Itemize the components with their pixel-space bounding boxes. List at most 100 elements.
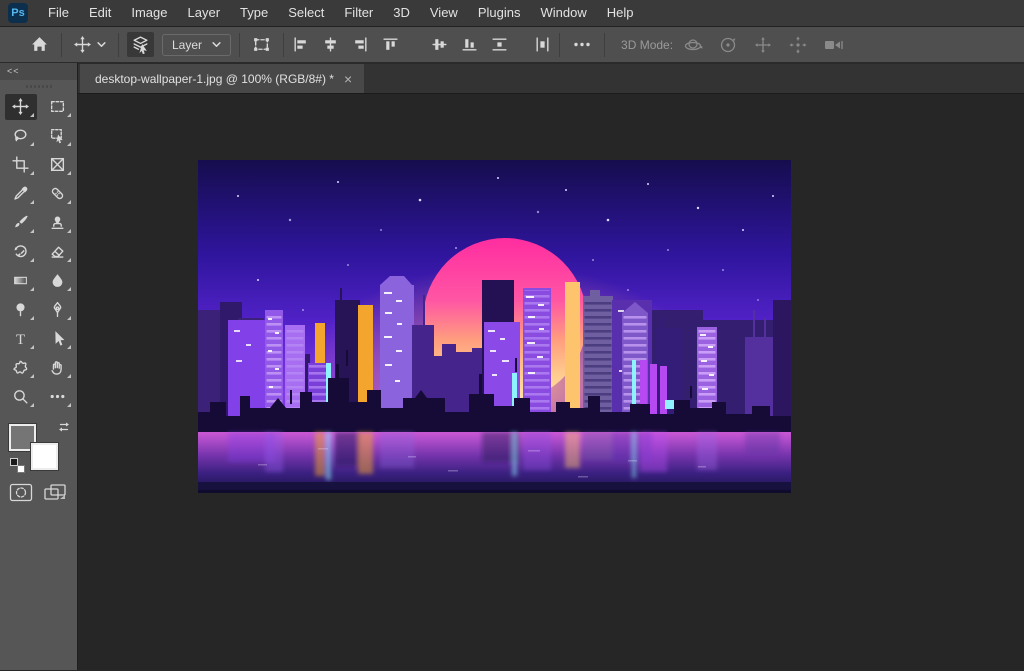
- auto-select-layers-icon: [131, 35, 150, 54]
- tab-strip: desktop-wallpaper-1.jpg @ 100% (RGB/8#) …: [78, 63, 1024, 94]
- menu-item-layer[interactable]: Layer: [178, 0, 231, 26]
- home-button[interactable]: [26, 32, 53, 57]
- svg-text:T: T: [16, 332, 25, 347]
- move-tool[interactable]: [5, 94, 37, 120]
- document-tab[interactable]: desktop-wallpaper-1.jpg @ 100% (RGB/8#) …: [80, 64, 364, 93]
- move-tool-icon: [74, 36, 91, 53]
- move-tool-icon: [12, 98, 29, 115]
- history-brush-icon: [12, 243, 29, 260]
- blur-icon: [49, 272, 66, 289]
- menu-item-file[interactable]: File: [38, 0, 79, 26]
- dodge-tool[interactable]: [5, 297, 37, 323]
- object-selection-icon: [49, 127, 66, 144]
- type-icon: T: [12, 330, 29, 347]
- pen-tool[interactable]: [42, 297, 74, 323]
- align-left-icon[interactable]: [292, 36, 309, 53]
- 3d-zoom-icon[interactable]: [823, 35, 845, 55]
- swap-colors-icon[interactable]: [57, 420, 71, 434]
- 3d-roll-icon[interactable]: [718, 35, 738, 55]
- auto-select-toggle[interactable]: [127, 32, 154, 57]
- align-top-icon[interactable]: [382, 36, 399, 53]
- menu-item-3d[interactable]: 3D: [383, 0, 420, 26]
- menu-item-window[interactable]: Window: [530, 0, 596, 26]
- screen-mode-button[interactable]: [43, 483, 69, 503]
- menu-item-edit[interactable]: Edit: [79, 0, 121, 26]
- rectangular-marquee-tool[interactable]: [42, 94, 74, 120]
- align-middle-icon[interactable]: [431, 36, 448, 53]
- frame-tool[interactable]: [42, 152, 74, 178]
- type-tool[interactable]: T: [5, 326, 37, 352]
- tool-preset-button[interactable]: [70, 33, 110, 56]
- document-tab-title: desktop-wallpaper-1.jpg @ 100% (RGB/8#) …: [95, 72, 334, 86]
- canvas-document[interactable]: [198, 160, 791, 493]
- separator: [604, 33, 605, 57]
- background-color-swatch[interactable]: [31, 443, 58, 470]
- clone-stamp-tool[interactable]: [42, 210, 74, 236]
- menu-item-view[interactable]: View: [420, 0, 468, 26]
- options-bar: Layer: [0, 27, 1024, 63]
- object-selection-tool[interactable]: [42, 123, 74, 149]
- hand-tool[interactable]: [42, 355, 74, 381]
- auto-select-value: Layer: [172, 38, 202, 52]
- blur-tool[interactable]: [42, 268, 74, 294]
- separator: [118, 33, 119, 57]
- zoom-icon: [12, 388, 29, 405]
- menu-bar: Ps FileEditImageLayerTypeSelectFilter3DV…: [0, 0, 1024, 27]
- path-selection-tool[interactable]: [42, 326, 74, 352]
- tool-grid: T: [0, 92, 77, 411]
- menu-item-filter[interactable]: Filter: [334, 0, 383, 26]
- auto-select-target-dropdown[interactable]: Layer: [162, 34, 231, 56]
- crop-tool[interactable]: [5, 152, 37, 178]
- document-area: desktop-wallpaper-1.jpg @ 100% (RGB/8#) …: [78, 63, 1024, 670]
- align-right-icon[interactable]: [352, 36, 369, 53]
- lasso-tool[interactable]: [5, 123, 37, 149]
- chevron-down-icon: [97, 41, 106, 48]
- tab-close-icon[interactable]: ×: [344, 72, 352, 86]
- default-colors-icon[interactable]: [10, 458, 25, 473]
- align-bottom-icon[interactable]: [461, 36, 478, 53]
- 3d-slide-icon[interactable]: [788, 35, 808, 55]
- more-options-button[interactable]: [568, 33, 596, 56]
- eyedropper-tool[interactable]: [5, 181, 37, 207]
- frame-icon: [49, 156, 66, 173]
- menu-item-type[interactable]: Type: [230, 0, 278, 26]
- gradient-tool[interactable]: [5, 268, 37, 294]
- separator: [239, 33, 240, 57]
- canvas-pasteboard[interactable]: [78, 94, 1024, 670]
- clone-stamp-icon: [49, 214, 66, 231]
- rectangular-marquee-icon: [49, 98, 66, 115]
- menu-item-select[interactable]: Select: [278, 0, 334, 26]
- edit-toolbar[interactable]: [42, 384, 74, 410]
- quick-mask-button[interactable]: [9, 483, 33, 502]
- zoom-tool[interactable]: [5, 384, 37, 410]
- custom-shape-tool[interactable]: [5, 355, 37, 381]
- default-background-square: [17, 465, 25, 473]
- eraser-icon: [49, 243, 66, 260]
- align-center-horizontal-icon[interactable]: [322, 36, 339, 53]
- distribute-vertical-icon[interactable]: [491, 36, 508, 53]
- brush-icon: [12, 214, 29, 231]
- eraser-tool[interactable]: [42, 239, 74, 265]
- chevron-down-icon: [212, 41, 221, 48]
- show-transform-controls-toggle[interactable]: [248, 32, 275, 57]
- custom-shape-icon: [12, 359, 29, 376]
- pen-icon: [49, 301, 66, 318]
- 3d-pan-icon[interactable]: [753, 35, 773, 55]
- brush-tool[interactable]: [5, 210, 37, 236]
- panel-grip[interactable]: [26, 85, 52, 88]
- photoshop-logo[interactable]: Ps: [8, 3, 28, 23]
- spot-healing-brush-tool[interactable]: [42, 181, 74, 207]
- path-selection-icon: [49, 330, 66, 347]
- collapse-panel-button[interactable]: <<: [0, 63, 77, 80]
- lasso-icon: [12, 127, 29, 144]
- show-transform-controls-icon: [252, 35, 271, 54]
- 3d-orbit-icon[interactable]: [683, 35, 703, 55]
- history-brush-tool[interactable]: [5, 239, 37, 265]
- distribute-horizontal-icon[interactable]: [534, 36, 551, 53]
- menu-item-help[interactable]: Help: [597, 0, 644, 26]
- hand-icon: [49, 359, 66, 376]
- menu-item-plugins[interactable]: Plugins: [468, 0, 531, 26]
- menu-item-image[interactable]: Image: [121, 0, 177, 26]
- spot-healing-brush-icon: [49, 185, 66, 202]
- separator: [283, 33, 284, 57]
